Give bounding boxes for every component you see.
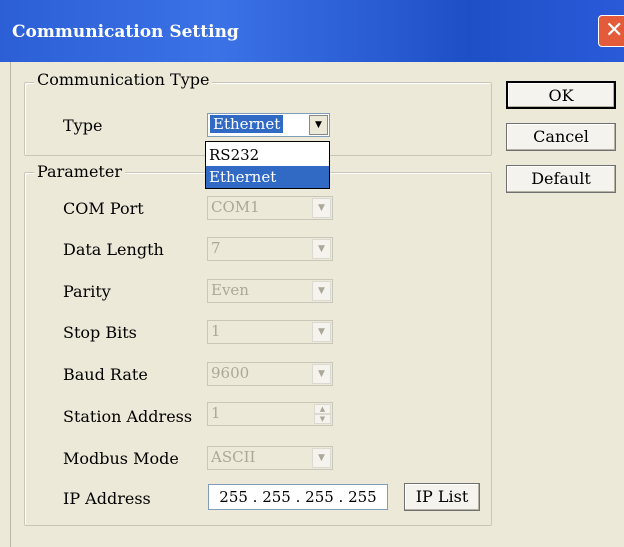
station-address-label: Station Address	[63, 407, 193, 426]
type-label: Type	[63, 116, 103, 135]
ip-address-label: IP Address	[63, 489, 151, 508]
modbus-mode-label: Modbus Mode	[63, 449, 179, 468]
spin-down-icon[interactable]: ▼	[314, 414, 331, 424]
com-port-label: COM Port	[63, 199, 144, 218]
chevron-down-icon[interactable]: ▼	[309, 115, 328, 135]
station-address-value: 1	[211, 404, 221, 422]
baud-rate-value: 9600	[211, 364, 250, 382]
parity-select[interactable]: Even ▼	[207, 279, 333, 303]
communication-type-group-label: Communication Type	[34, 70, 213, 89]
parameter-group	[24, 172, 492, 526]
baud-rate-label: Baud Rate	[63, 365, 148, 384]
type-option-ethernet[interactable]: Ethernet	[206, 166, 329, 188]
stop-bits-select[interactable]: 1 ▼	[207, 320, 333, 344]
chevron-down-icon: ▼	[312, 322, 331, 342]
stop-bits-value: 1	[211, 322, 221, 340]
modbus-mode-select[interactable]: ASCII ▼	[207, 446, 333, 470]
close-button[interactable]: ✕	[598, 15, 624, 47]
com-port-select[interactable]: COM1 ▼	[207, 196, 333, 220]
modbus-mode-value: ASCII	[211, 448, 256, 466]
default-button[interactable]: Default	[506, 165, 616, 193]
ok-button[interactable]: OK	[506, 81, 616, 109]
parity-label: Parity	[63, 282, 111, 301]
chevron-down-icon: ▼	[312, 198, 331, 218]
type-select[interactable]: Ethernet ▼	[207, 113, 330, 137]
data-length-value: 7	[211, 239, 221, 257]
ip-list-button[interactable]: IP List	[404, 483, 480, 511]
type-select-value: Ethernet	[210, 115, 284, 133]
spinner-control: ▲ ▼	[314, 404, 331, 424]
baud-rate-select[interactable]: 9600 ▼	[207, 362, 333, 386]
parameter-group-label: Parameter	[34, 162, 125, 181]
com-port-value: COM1	[211, 198, 260, 216]
chevron-down-icon: ▼	[312, 448, 331, 468]
title-bar: Communication Setting ✕	[0, 0, 624, 62]
data-length-select[interactable]: 7 ▼	[207, 237, 333, 261]
stop-bits-label: Stop Bits	[63, 323, 137, 342]
parity-value: Even	[211, 281, 249, 299]
window-title: Communication Setting	[12, 22, 239, 42]
station-address-spinner[interactable]: 1 ▲ ▼	[207, 402, 333, 426]
data-length-label: Data Length	[63, 240, 164, 259]
type-option-rs232[interactable]: RS232	[206, 144, 329, 166]
chevron-down-icon: ▼	[312, 364, 331, 384]
chevron-down-icon: ▼	[312, 239, 331, 259]
cancel-button[interactable]: Cancel	[506, 123, 616, 151]
ip-address-field[interactable]: 255 . 255 . 255 . 255	[208, 484, 388, 510]
spin-up-icon[interactable]: ▲	[314, 404, 331, 414]
type-dropdown-list: RS232 Ethernet	[205, 141, 330, 189]
chevron-down-icon: ▼	[312, 281, 331, 301]
close-icon: ✕	[605, 18, 624, 43]
